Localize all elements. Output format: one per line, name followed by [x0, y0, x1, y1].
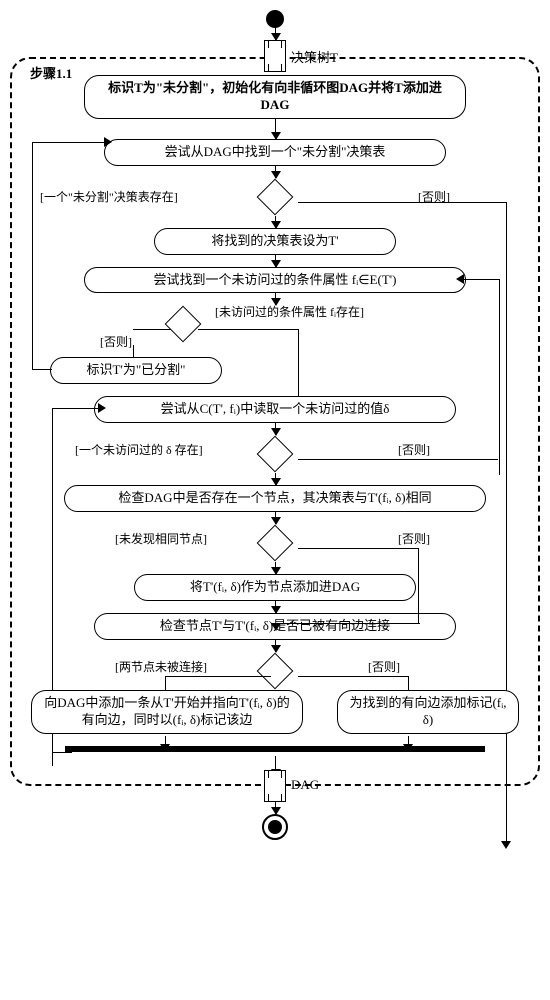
guard-label: [否则]: [100, 333, 132, 350]
action-text: 将T'(fᵢ, δ)作为节点添加进DAG: [190, 579, 360, 594]
flow-line: [133, 329, 171, 330]
flow-arrow: [275, 601, 276, 613]
action-add-edge: 向DAG中添加一条从T'开始并指向T'(fᵢ, δ)的有向边，同时以(fᵢ, δ…: [31, 690, 303, 734]
action-text: 尝试从DAG中找到一个"未分割"决策表: [165, 144, 386, 159]
arrow-head: [160, 744, 170, 752]
flow-arrow: [275, 640, 276, 652]
guard-label: [两节点未被连接]: [115, 658, 207, 675]
flow-line: [298, 202, 506, 203]
action-check-node: 检查DAG中是否存在一个节点，其决策表与T'(fᵢ, δ)相同: [64, 485, 486, 512]
arrow-head: [271, 623, 281, 631]
decision-node: [257, 436, 294, 473]
frame-title: 步骤1.1: [28, 63, 74, 82]
flow-line: [276, 623, 420, 624]
action-add-node: 将T'(fᵢ, δ)作为节点添加进DAG: [134, 574, 416, 601]
flow-line: [506, 202, 507, 843]
flow-line: [298, 548, 418, 549]
guard-label: [否则]: [398, 530, 430, 547]
action-add-label: 为找到的有向边添加标记(fᵢ, δ): [337, 690, 519, 734]
arrow-head: [403, 744, 413, 752]
arrow-head: [501, 841, 511, 849]
join-bar: [65, 746, 485, 752]
decision-node: [165, 306, 202, 343]
flow-arrow: [275, 512, 276, 524]
arrow-head: [104, 137, 112, 147]
flow-line: [298, 676, 408, 677]
action-text: 尝试找到一个未访问过的条件属性 fᵢ∈E(T'): [154, 272, 397, 287]
action-text: 尝试从C(T', fᵢ)中读取一个未访问过的值δ: [161, 401, 390, 416]
flow-line: [462, 279, 500, 280]
flow-line: [32, 142, 33, 369]
output-label: DAG: [291, 777, 319, 793]
flow-line: [165, 676, 271, 677]
flow-arrow: [275, 255, 276, 267]
flow-arrow: [275, 216, 276, 228]
initial-node: [266, 10, 284, 28]
arrow-head: [456, 274, 464, 284]
guard-label: [一个"未分割"决策表存在]: [40, 188, 178, 205]
guard-label: [未访问过的条件属性 fᵢ存在]: [215, 303, 364, 320]
final-node-inner: [268, 820, 282, 834]
flow-line: [32, 142, 106, 143]
flow-arrow: [275, 423, 276, 435]
action-text: 标识T'为"已分割": [87, 362, 186, 377]
flow-line: [298, 459, 498, 460]
action-mark-split: 标识T'为"已分割": [50, 357, 222, 384]
flow-line: [52, 752, 72, 753]
final-node: [262, 814, 288, 840]
flow-arrow: [275, 28, 276, 40]
decision-node: [257, 525, 294, 562]
flow-line: [52, 408, 100, 409]
action-find-unsplit: 尝试从DAG中找到一个"未分割"决策表: [104, 139, 446, 166]
action-text: 检查DAG中是否存在一个节点，其决策表与T'(fᵢ, δ)相同: [118, 490, 431, 505]
decision-node: [257, 653, 294, 690]
action-find-attr: 尝试找到一个未访问过的条件属性 fᵢ∈E(T'): [84, 267, 466, 294]
guard-label: [一个未访问过的 δ 存在]: [75, 441, 203, 458]
action-read-delta: 尝试从C(T', fᵢ)中读取一个未访问过的值δ: [94, 396, 456, 423]
arrow-head: [98, 403, 106, 413]
decision-node: [257, 178, 294, 215]
flow-line: [32, 369, 52, 370]
flow-arrow: [275, 119, 276, 139]
flow-arrow: [275, 473, 276, 485]
flow-line: [418, 548, 419, 623]
action-set-tprime: 将找到的决策表设为T': [154, 228, 396, 255]
flow-arrow: [275, 166, 276, 178]
flow-arrow: [275, 802, 276, 814]
action-text: 为找到的有向边添加标记(fᵢ, δ): [349, 695, 506, 727]
guard-label: [否则]: [398, 441, 430, 458]
guard-label: [否则]: [368, 658, 400, 675]
output-pin: DAG: [264, 770, 286, 802]
action-text: 将找到的决策表设为T': [211, 233, 338, 248]
action-text: 标识T为"未分割"，初始化有向非循环图DAG并将T添加进DAG: [108, 80, 442, 112]
flow-line: [198, 329, 298, 330]
guard-label: [未发现相同节点]: [115, 530, 207, 547]
action-init: 标识T为"未分割"，初始化有向非循环图DAG并将T添加进DAG: [84, 75, 466, 119]
input-pin: 决策树T: [264, 40, 286, 72]
activity-frame: 步骤1.1 标识T为"未分割"，初始化有向非循环图DAG并将T添加进DAG 尝试…: [10, 57, 540, 786]
flow-arrow: [275, 562, 276, 574]
action-text: 向DAG中添加一条从T'开始并指向T'(fᵢ, δ)的有向边，同时以(fᵢ, δ…: [44, 695, 289, 727]
input-label: 决策树T: [291, 47, 338, 66]
